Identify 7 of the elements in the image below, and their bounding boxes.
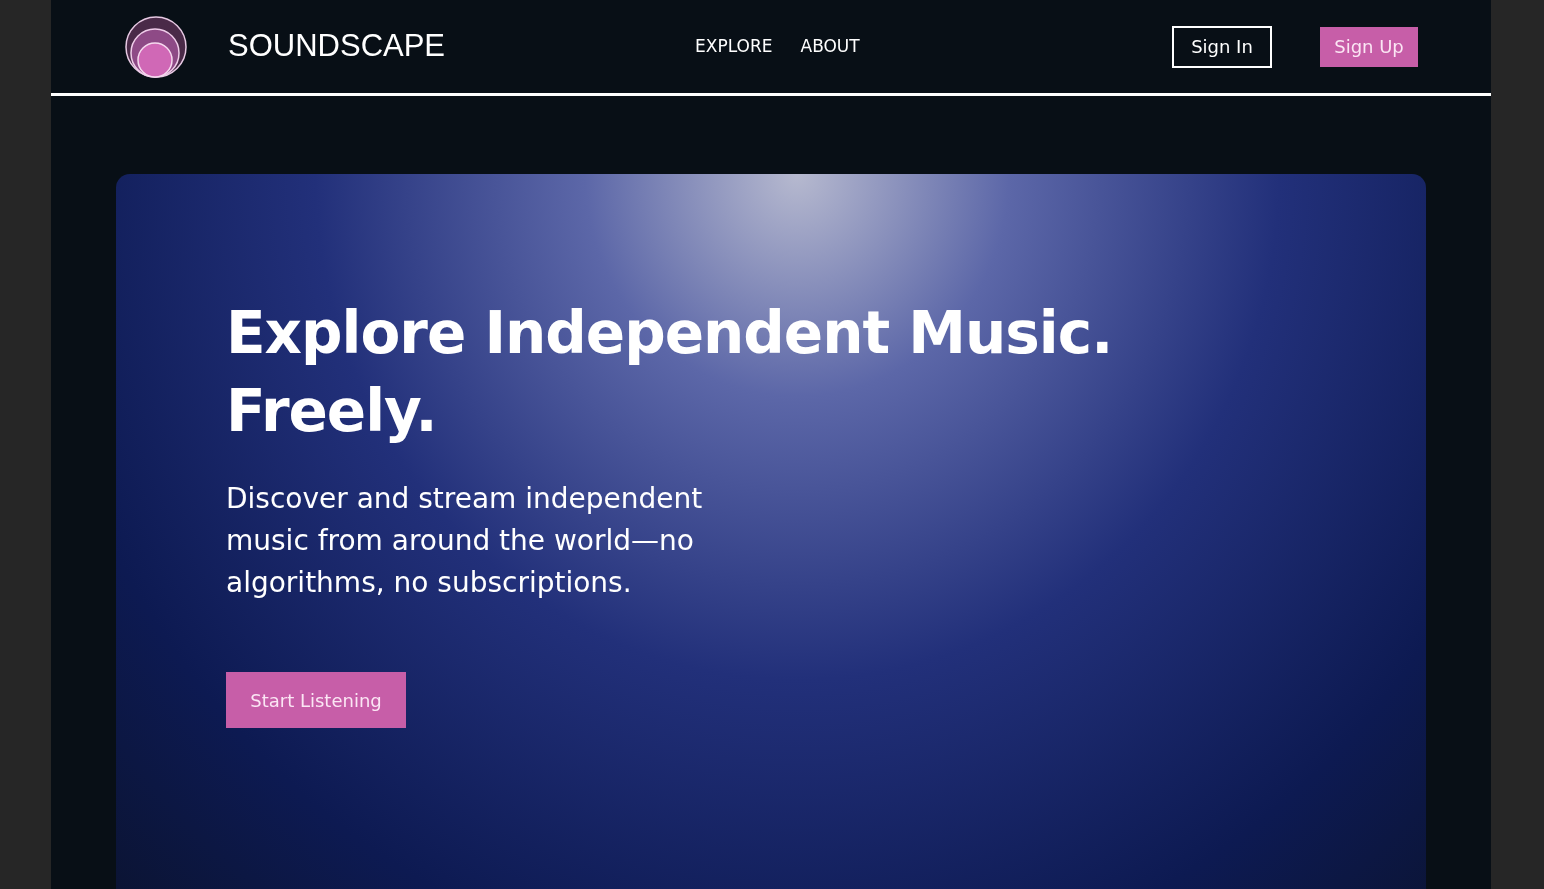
hero-headline: Explore Independent Music. Freely.	[226, 298, 1114, 447]
hero-description: Discover and stream independent music from around the world—no algorithms, no subscriptions.	[226, 481, 704, 601]
brand-name: SOUNDSCAPE	[228, 27, 446, 66]
sign-in-button[interactable]: Sign In	[1172, 25, 1272, 68]
nav-link[interactable]: EXPLORE	[695, 33, 773, 60]
logo-icon	[124, 14, 188, 79]
nav-link[interactable]: ABOUT	[800, 33, 860, 60]
